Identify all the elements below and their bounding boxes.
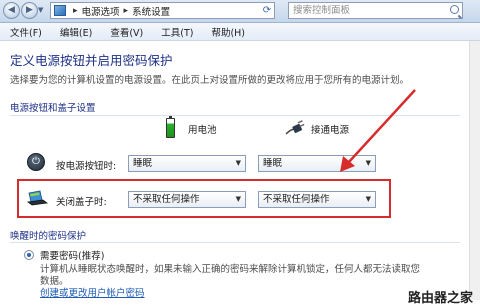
chevron-down-icon: ▼ [235,159,241,167]
breadcrumb-power-options[interactable]: 电源选项 [82,4,120,18]
wake-detail-line1: 计算机从睡眠状态唤醒时，如果未输入正确的密码来解除计算机锁定，任何人都无法读取您 [40,264,421,275]
search-icon[interactable] [450,5,459,14]
section-divider [10,115,460,116]
breadcrumb-chevron-icon: ▸ [123,5,129,16]
menu-view[interactable]: 查看(V) [110,25,143,39]
col-battery-label: 用电池 [188,125,217,136]
power-button-plugged-value: 睡眠 [263,158,283,169]
wake-section-heading: 唤醒时的密码保护 [10,231,87,242]
col-plugged-label: 接通电源 [311,125,350,136]
forward-button[interactable]: ▶ [21,2,38,19]
search-input[interactable]: 搜索控制面板 [288,2,463,19]
battery-icon [166,116,175,138]
watermark-text: 路由器之家 [408,291,474,306]
page-description: 选择要为您的计算机设置的电源设置。在此页上对设置所做的更改将应用于您所有的电源计… [10,75,410,86]
chevron-down-icon: ▼ [365,159,371,167]
create-password-link[interactable]: 创建或更改用户帐户密码 [40,285,145,299]
power-button-label: 按电源按钮时: [56,161,117,172]
power-button-battery-select[interactable]: 睡眠 ▼ [128,155,246,172]
page-title: 定义电源按钮并启用密码保护 [10,53,173,68]
power-plug-icon [285,120,305,135]
control-panel-icon [54,5,66,16]
require-password-label[interactable]: 需要密码(推荐) [40,248,104,262]
power-section-heading: 电源按钮和盖子设置 [10,103,96,114]
menu-bar: 文件(F) 编辑(E) 查看(V) 工具(T) 帮助(H) [0,23,480,41]
search-placeholder: 搜索控制面板 [293,5,351,16]
vertical-scrollbar[interactable] [469,41,480,300]
annotation-highlight-box [17,179,391,218]
section-divider [10,242,460,243]
menu-file[interactable]: 文件(F) [10,25,42,39]
address-bar-region: ◀ ▶ ▼ ▸ 电源选项 ▸ 系统设置 ⟳ 搜索控制面板 [0,0,480,23]
menu-help[interactable]: 帮助(H) [211,25,245,39]
breadcrumb-system-settings[interactable]: 系统设置 [132,4,170,18]
back-button[interactable]: ◀ [3,2,20,19]
menu-tools[interactable]: 工具(T) [161,25,193,39]
recent-pages-dropdown[interactable]: ▼ [38,6,43,14]
address-field[interactable]: ▸ 电源选项 ▸ 系统设置 [50,2,275,19]
menu-edit[interactable]: 编辑(E) [60,25,92,39]
breadcrumb-chevron-icon: ▸ [73,5,78,16]
power-button-battery-value: 睡眠 [133,158,153,169]
refresh-icon[interactable]: ⟳ [259,2,275,19]
power-button-plugged-select[interactable]: 睡眠 ▼ [258,155,376,172]
power-button-icon: ⏻ [27,153,45,171]
require-password-radio[interactable] [24,250,34,260]
